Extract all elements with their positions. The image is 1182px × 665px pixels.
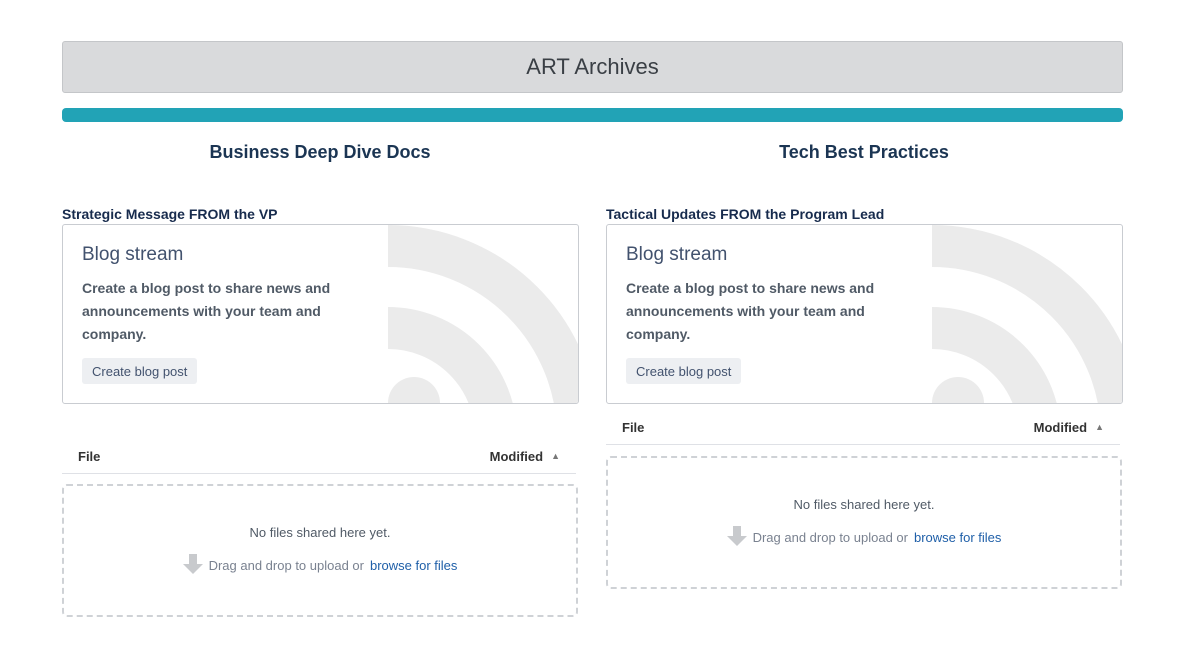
browse-for-files-link[interactable]: browse for files <box>370 558 457 573</box>
right-section-label: Tactical Updates FROM the Program Lead <box>606 206 885 222</box>
upload-instructions: Drag and drop to upload or browse for fi… <box>64 554 576 576</box>
create-blog-post-button[interactable]: Create blog post <box>626 358 742 384</box>
file-column-header[interactable]: File <box>622 420 644 435</box>
download-arrow-icon <box>726 526 747 546</box>
sort-ascending-icon[interactable]: ▲ <box>551 451 560 461</box>
left-section-label: Strategic Message FROM the VP <box>62 206 278 222</box>
upload-instructions: Drag and drop to upload or browse for fi… <box>608 526 1120 548</box>
modified-column-header[interactable]: Modified ▲ <box>1034 420 1104 435</box>
accent-divider <box>62 108 1123 122</box>
left-file-table-header: File Modified ▲ <box>62 445 576 474</box>
left-file-dropzone[interactable]: No files shared here yet. Drag and drop … <box>62 484 578 617</box>
modified-label: Modified <box>1033 420 1088 435</box>
download-arrow-icon <box>182 554 203 574</box>
sort-ascending-icon[interactable]: ▲ <box>1095 422 1104 432</box>
modified-column-header[interactable]: Modified ▲ <box>490 449 560 464</box>
rss-feed-icon <box>932 225 1122 403</box>
right-column-title: Tech Best Practices <box>779 142 949 162</box>
modified-label: Modified <box>489 449 544 464</box>
right-file-dropzone[interactable]: No files shared here yet. Drag and drop … <box>606 456 1122 589</box>
right-file-table-header: File Modified ▲ <box>606 416 1120 445</box>
no-files-message: No files shared here yet. <box>249 525 391 540</box>
right-blog-stream-card: Blog stream Create a blog post to share … <box>606 224 1123 404</box>
left-blog-stream-card: Blog stream Create a blog post to share … <box>62 224 579 404</box>
browse-for-files-link[interactable]: browse for files <box>914 530 1001 545</box>
blog-stream-heading: Blog stream <box>626 244 728 265</box>
create-blog-post-button[interactable]: Create blog post <box>82 358 198 384</box>
page-banner: ART Archives <box>62 41 1123 93</box>
blog-stream-description: Create a blog post to share news and ann… <box>626 280 875 342</box>
no-files-message: No files shared here yet. <box>793 497 935 512</box>
banner-title: ART Archives <box>526 54 659 79</box>
blog-stream-heading: Blog stream <box>82 244 184 265</box>
rss-feed-icon <box>388 225 578 403</box>
left-column-title: Business Deep Dive Docs <box>209 142 431 162</box>
file-column-header[interactable]: File <box>78 449 100 464</box>
drag-drop-text: Drag and drop to upload or <box>752 529 908 545</box>
blog-stream-description: Create a blog post to share news and ann… <box>82 280 331 342</box>
drag-drop-text: Drag and drop to upload or <box>208 557 364 573</box>
